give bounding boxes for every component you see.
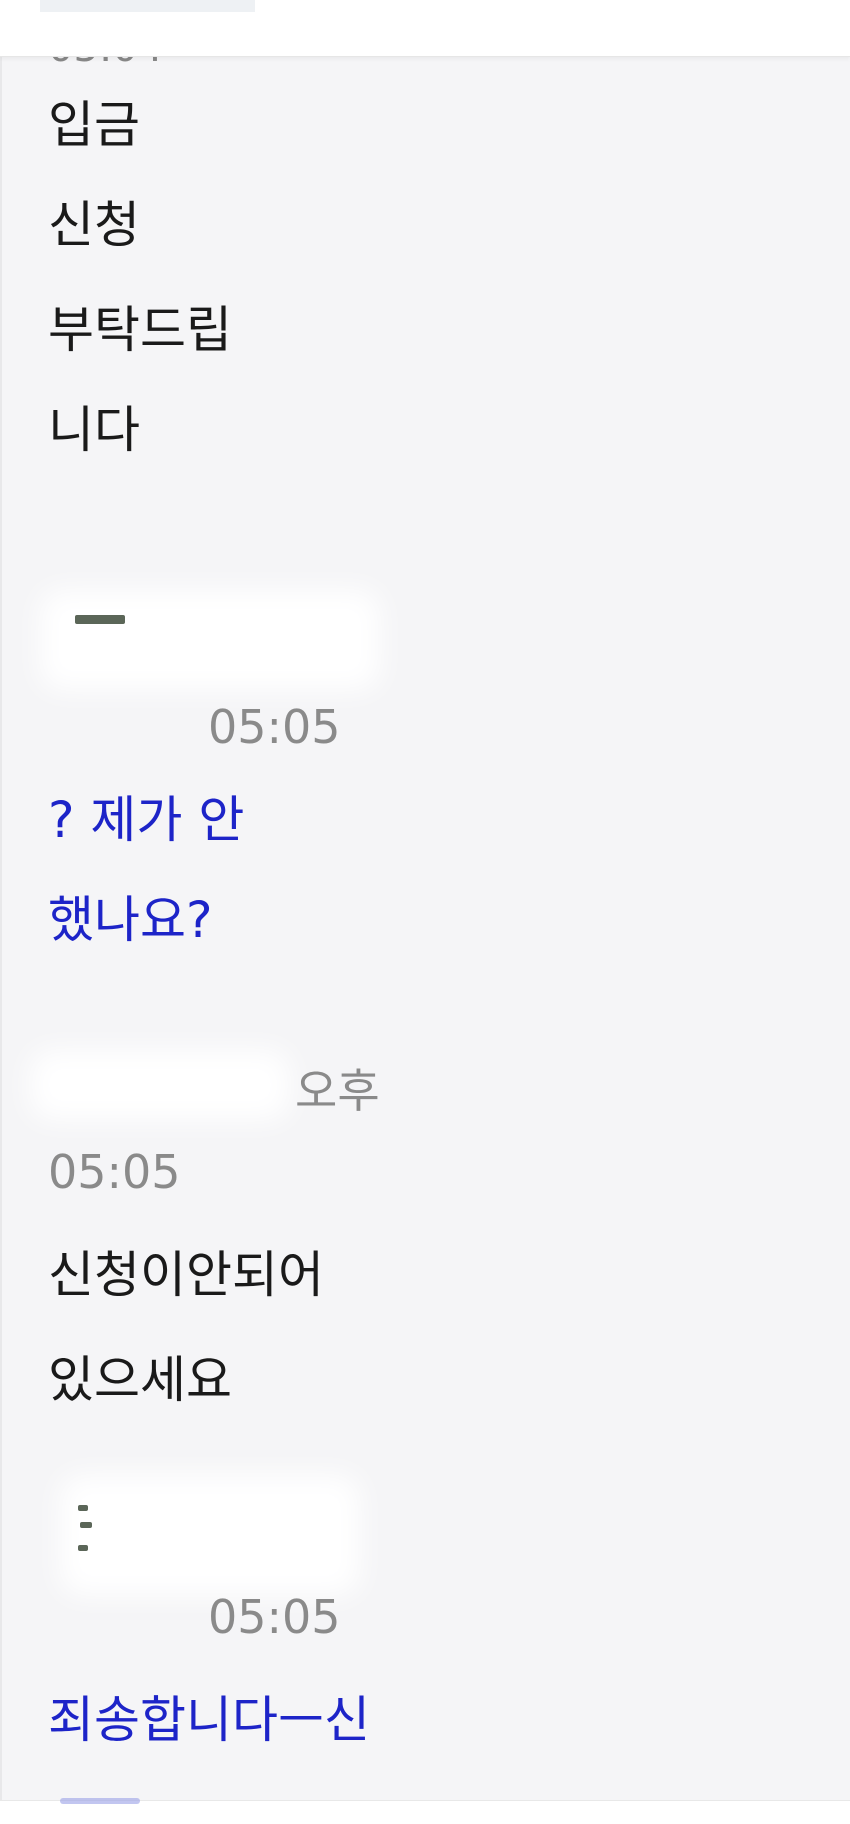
sender-mark [75,615,125,624]
message-line: 했나요? [48,891,213,949]
sender-mark [78,1545,88,1551]
sender-mark [80,1522,92,1528]
message-line: 니다 [48,401,140,459]
message-time: 05:05 [208,1590,341,1644]
header-cut-text: ·· · [300,0,364,18]
top-bar: ·· · [0,0,850,57]
blurred-sender [40,590,380,690]
message-time: 05:05 [48,1145,181,1199]
sender-mark [78,1505,88,1511]
header-block [40,0,255,12]
bottom-text-fragment [60,1798,140,1804]
blurred-sender [60,1475,360,1595]
message-line: 있으세요 [48,1351,232,1409]
message-time: 05:05 [208,700,341,754]
message-line: 부탁드립 [48,301,232,359]
message-line: 죄송합니다ㅡ신 [48,1691,370,1749]
blurred-sender [30,1050,290,1120]
message-line: 입금 [48,96,140,154]
bottom-bar [0,1798,850,1824]
message-time-period: 오후 [295,1064,380,1118]
message-line: 신청 [48,196,140,254]
message-line: ? 제가 안 [48,791,245,849]
left-border [0,56,2,1823]
message-line: 신청이안되어 [48,1246,324,1304]
